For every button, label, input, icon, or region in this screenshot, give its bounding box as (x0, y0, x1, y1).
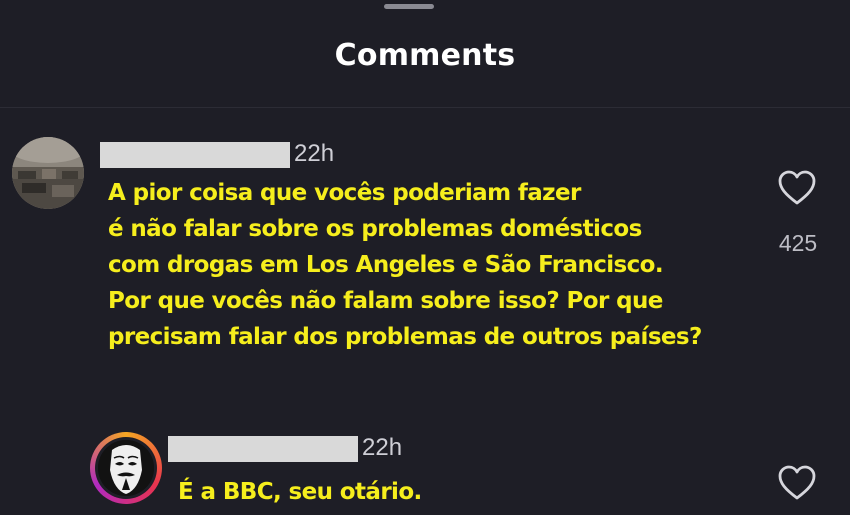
reply-text: É a BBC, seu otário. (178, 474, 422, 510)
username-redacted[interactable] (100, 142, 290, 168)
like-button[interactable] (777, 170, 817, 206)
comment-text-line: com drogas em Los Angeles e São Francisc… (108, 252, 664, 278)
comment-text-line: A pior coisa que vocês poderiam fazer (108, 180, 581, 206)
replier-avatar (98, 440, 154, 496)
comments-sheet: Comments 22h A pior coisa que vocês pode… (0, 0, 850, 515)
room-photo-icon (12, 137, 84, 209)
header-divider (0, 107, 850, 108)
story-ring[interactable] (90, 432, 162, 504)
comment-text: A pior coisa que vocês poderiam fazer é … (108, 175, 702, 355)
comment-text-line: É a BBC, seu otário. (178, 479, 422, 505)
comment-text-line: Por que vocês não falam sobre isso? Por … (108, 288, 663, 314)
comment-time: 22h (294, 140, 335, 167)
username-redacted[interactable] (168, 436, 358, 462)
reply-time: 22h (362, 434, 403, 461)
commenter-avatar[interactable] (12, 137, 84, 209)
like-count: 425 (778, 230, 818, 256)
comment-text-line: é não falar sobre os problemas doméstico… (108, 216, 642, 242)
reply-like-button[interactable] (777, 465, 817, 501)
sheet-title: Comments (334, 38, 516, 73)
heart-outline-icon (778, 465, 816, 500)
mask-icon (98, 440, 154, 496)
sheet-grab-handle[interactable] (384, 4, 434, 9)
heart-outline-icon (778, 170, 816, 205)
comment-text-line: precisam falar dos problemas de outros p… (108, 324, 702, 350)
